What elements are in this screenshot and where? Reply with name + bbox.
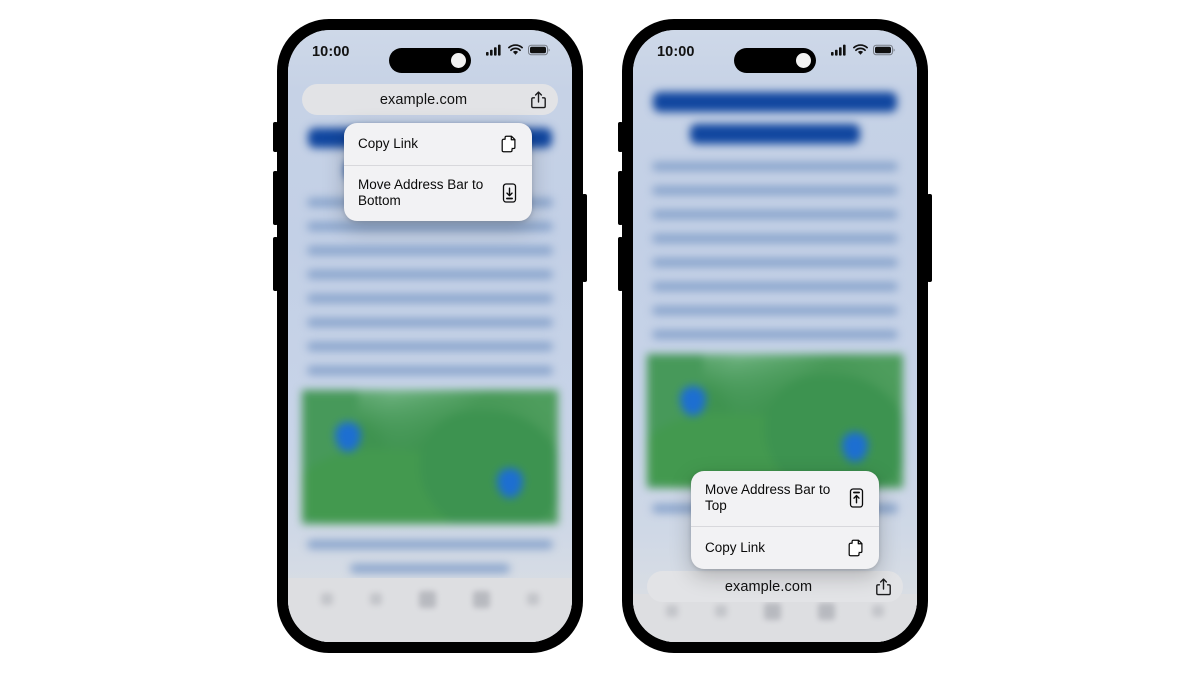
content-text-line: [307, 270, 553, 279]
battery-icon: [528, 43, 550, 61]
volume-up-button[interactable]: [618, 171, 623, 225]
screen-right: 10:00 Move Address Bar to Top Copy Link …: [633, 30, 917, 642]
volume-down-button[interactable]: [273, 237, 278, 291]
map-pin-icon: [841, 431, 868, 462]
scene-root: 10:00 example.com Copy Link Move Address…: [0, 0, 1200, 675]
menu-item-label: Copy Link: [705, 539, 766, 555]
address-bar-url[interactable]: example.com: [647, 579, 868, 595]
menu-item-copy-link[interactable]: Copy Link: [691, 525, 879, 569]
wifi-icon: [508, 43, 523, 61]
context-menu-right[interactable]: Move Address Bar to Top Copy Link: [691, 471, 879, 569]
content-heading: [653, 92, 897, 112]
content-text-line: [307, 540, 553, 549]
forward-icon[interactable]: [369, 593, 382, 605]
content-heading: [690, 124, 860, 144]
map-terrain-shape: [419, 411, 558, 524]
context-menu-left[interactable]: Copy Link Move Address Bar to Bottom: [344, 123, 532, 221]
move-address-bar-up-icon: [846, 488, 866, 509]
back-icon[interactable]: [320, 593, 333, 605]
content-text-line: [307, 318, 553, 327]
content-text-line: [652, 258, 898, 267]
content-text-line: [652, 186, 898, 195]
phone-left: 10:00 example.com Copy Link Move Address…: [273, 19, 587, 653]
power-button[interactable]: [927, 194, 932, 282]
battery-icon: [873, 43, 895, 61]
content-text-line: [652, 330, 898, 339]
address-bar-right[interactable]: example.com: [647, 571, 903, 602]
cellular-signal-icon: [831, 43, 848, 61]
menu-item-label: Move Address Bar to Top: [705, 482, 831, 514]
content-text-line: [652, 162, 898, 171]
dynamic-island: [389, 48, 471, 73]
content-text-line: [652, 210, 898, 219]
action-button[interactable]: [273, 122, 278, 152]
map-image: [647, 354, 903, 488]
front-camera-icon: [451, 53, 466, 68]
forward-icon[interactable]: [714, 605, 727, 617]
tabs-icon[interactable]: [527, 593, 540, 605]
screen-left: 10:00 example.com Copy Link Move Address…: [288, 30, 572, 642]
map-pin-icon: [496, 467, 523, 498]
share-icon[interactable]: [523, 90, 558, 109]
menu-item-label: Move Address Bar to Bottom: [358, 177, 484, 209]
share-icon[interactable]: [418, 590, 436, 608]
wifi-icon: [853, 43, 868, 61]
front-camera-icon: [796, 53, 811, 68]
content-text-line: [307, 246, 553, 255]
content-text-line: [307, 366, 553, 375]
map-image: [302, 390, 558, 524]
menu-item-move-address-bar[interactable]: Move Address Bar to Bottom: [344, 165, 532, 221]
content-text-line: [307, 294, 553, 303]
volume-up-button[interactable]: [273, 171, 278, 225]
status-icons: [831, 43, 895, 61]
share-icon[interactable]: [868, 577, 903, 596]
bookmarks-icon[interactable]: [818, 602, 836, 620]
content-text-line: [652, 282, 898, 291]
share-icon[interactable]: [763, 602, 781, 620]
phone-right: 10:00 Move Address Bar to Top Copy Link …: [618, 19, 932, 653]
address-bar-left[interactable]: example.com: [302, 84, 558, 115]
volume-down-button[interactable]: [618, 237, 623, 291]
content-text-line: [652, 306, 898, 315]
status-time: 10:00: [312, 44, 350, 60]
content-text-line: [307, 222, 553, 231]
menu-item-move-address-bar[interactable]: Move Address Bar to Top: [691, 471, 879, 526]
back-icon[interactable]: [665, 605, 678, 617]
menu-item-label: Copy Link: [358, 135, 419, 151]
content-text-line: [652, 234, 898, 243]
status-icons: [486, 43, 550, 61]
content-text-line: [350, 564, 510, 573]
bookmarks-icon[interactable]: [473, 590, 491, 608]
content-text-line: [307, 342, 553, 351]
copy-link-icon: [499, 135, 519, 153]
tabs-icon[interactable]: [872, 605, 885, 617]
menu-item-copy-link[interactable]: Copy Link: [344, 123, 532, 165]
action-button[interactable]: [618, 122, 623, 152]
browser-toolbar-left[interactable]: [288, 578, 572, 642]
address-bar-url[interactable]: example.com: [302, 92, 523, 108]
status-time: 10:00: [657, 44, 695, 60]
dynamic-island: [734, 48, 816, 73]
copy-link-icon: [846, 539, 866, 557]
cellular-signal-icon: [486, 43, 503, 61]
webpage-left: [288, 30, 572, 642]
move-address-bar-down-icon: [499, 183, 519, 204]
power-button[interactable]: [582, 194, 587, 282]
